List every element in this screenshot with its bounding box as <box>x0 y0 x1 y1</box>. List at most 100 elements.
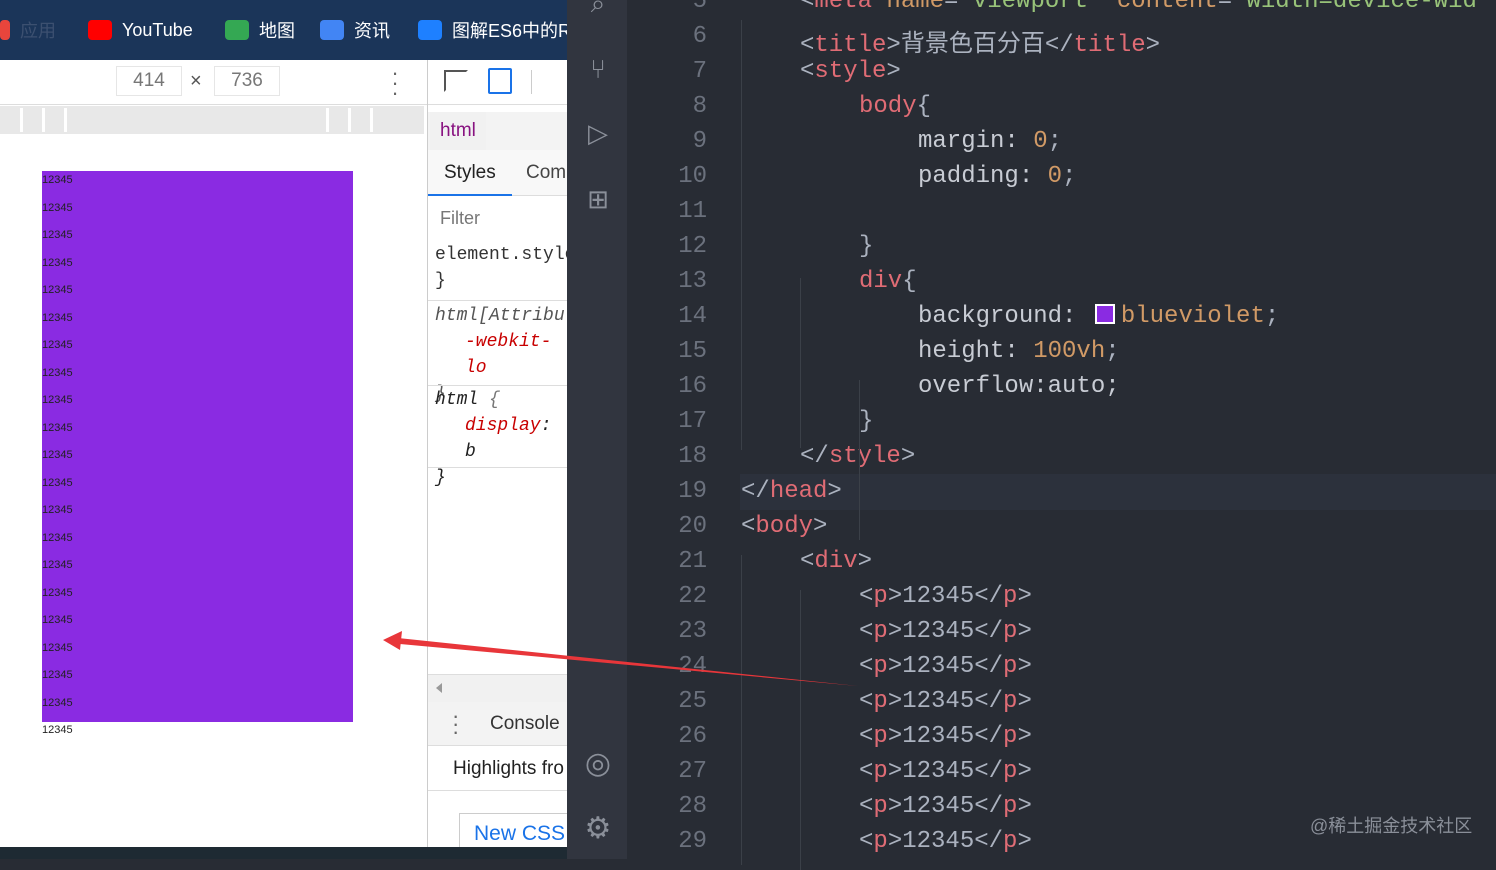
code-line[interactable]: div{ <box>859 268 917 295</box>
code-line[interactable]: background: blueviolet; <box>918 303 1279 330</box>
code-token: } <box>859 233 874 260</box>
paragraph-12345: 12345 <box>42 394 73 406</box>
code-line[interactable]: <p>12345</p> <box>859 828 1032 855</box>
code-token: > <box>886 32 901 59</box>
device-toolbar: 414 × 736 · · · <box>0 60 427 105</box>
code-token: p <box>1003 828 1018 855</box>
code-token: margin: <box>918 128 1034 155</box>
youtube-icon <box>88 20 112 40</box>
bookmark-item[interactable]: 应用 <box>0 17 56 43</box>
scroll-left-icon[interactable] <box>436 683 442 693</box>
code-token: < <box>800 548 815 575</box>
paragraph-12345: 12345 <box>42 669 73 681</box>
code-line[interactable]: <p>12345</p> <box>859 583 1032 610</box>
run-debug-icon[interactable]: ▷ <box>581 116 615 150</box>
styles-filter-input[interactable]: Filter <box>428 200 567 238</box>
code-token: </ <box>741 478 770 505</box>
code-token: ; <box>1105 338 1120 365</box>
code-token: < <box>859 583 874 610</box>
code-line[interactable]: <p>12345</p> <box>859 793 1032 820</box>
code-line[interactable]: body{ <box>859 93 931 120</box>
code-token: div <box>859 268 903 295</box>
code-token: > <box>887 583 903 610</box>
code-line[interactable]: <p>12345</p> <box>859 653 1032 680</box>
code-line[interactable]: <p>12345</p> <box>859 758 1032 785</box>
tab-computed[interactable]: Com <box>526 162 566 184</box>
code-token: p <box>1003 758 1018 785</box>
line-number: 12 <box>678 233 707 260</box>
code-token: > <box>887 653 903 680</box>
taskbar-strip <box>0 847 567 859</box>
code-token: > <box>813 513 828 540</box>
code-token: "width=device-wid <box>1232 0 1477 15</box>
code-line[interactable]: <p>12345</p> <box>859 723 1032 750</box>
code-line[interactable]: <meta name="viewport" content="width=dev… <box>800 0 1477 15</box>
device-height-input[interactable]: 736 <box>214 66 280 96</box>
code-line[interactable]: <div> <box>800 548 872 575</box>
device-width-input[interactable]: 414 <box>116 66 182 96</box>
code-token: > <box>887 688 903 715</box>
bookmark-item[interactable]: 图解ES6中的R <box>418 17 567 43</box>
code-token: > <box>887 723 903 750</box>
code-token: > <box>857 548 873 575</box>
paragraph-12345: 12345 <box>42 696 73 709</box>
source-control-icon[interactable]: ⑂ <box>581 52 615 86</box>
code-token: ; <box>1264 303 1280 330</box>
line-number: 28 <box>678 793 707 820</box>
account-icon[interactable]: ◎ <box>581 747 615 781</box>
tab-console[interactable]: Console <box>490 713 560 735</box>
code-token: 100vh <box>1033 338 1106 365</box>
new-css-button[interactable]: New CSS <box>459 813 567 847</box>
code-token: content <box>1102 0 1218 15</box>
code-token: 12345 <box>902 828 975 855</box>
inspect-element-icon[interactable] <box>444 70 468 92</box>
search-icon[interactable]: ⌕ <box>581 0 615 20</box>
code-line[interactable]: } <box>859 233 873 260</box>
paragraph-12345: 12345 <box>42 366 73 379</box>
line-number: 19 <box>678 478 707 505</box>
rule-open: { <box>478 390 500 410</box>
more-options-icon[interactable]: · · · <box>388 62 402 104</box>
line-number: 6 <box>692 23 707 50</box>
tab-styles[interactable]: Styles <box>428 150 512 196</box>
code-token: p <box>873 653 888 680</box>
code-token: 12345 <box>902 793 975 820</box>
code-line[interactable]: </head> <box>741 478 842 505</box>
code-line[interactable]: height: 100vh; <box>918 338 1120 365</box>
drawer-menu-icon[interactable]: · · · <box>452 705 459 743</box>
code-line[interactable]: overflow:auto; <box>918 373 1120 400</box>
code-line[interactable]: margin: 0; <box>918 128 1062 155</box>
code-token: p <box>1003 723 1018 750</box>
code-token: </ <box>974 723 1004 750</box>
bookmark-item[interactable]: YouTube <box>88 20 193 41</box>
code-line[interactable]: <title>背景色百分百</title> <box>800 23 1160 59</box>
code-line[interactable]: <p>12345</p> <box>859 618 1032 645</box>
code-token: < <box>859 828 874 855</box>
settings-gear-icon[interactable]: ⚙ <box>581 812 615 846</box>
line-number: 7 <box>692 58 707 85</box>
code-token: p <box>873 688 888 715</box>
code-token: body <box>755 513 814 540</box>
code-line[interactable]: <style> <box>800 58 901 85</box>
code-token: > <box>1017 828 1032 855</box>
indent-guide <box>800 590 801 870</box>
bookmark-item[interactable]: 地图 <box>225 17 295 43</box>
code-token: < <box>859 793 874 820</box>
code-line[interactable]: padding: 0; <box>918 163 1076 190</box>
code-token: < <box>859 688 874 715</box>
paragraph-12345: 12345 <box>42 641 73 654</box>
code-line[interactable]: </style> <box>800 443 915 470</box>
code-line[interactable]: <body> <box>741 513 827 540</box>
devtools-panel: html Styles Com Filter element.style } h… <box>427 60 567 847</box>
device-toggle-icon[interactable] <box>488 68 512 94</box>
paragraph-12345: 12345 <box>42 284 73 296</box>
breadcrumb-html[interactable]: html <box>430 112 486 150</box>
horizontal-scrollbar[interactable] <box>428 674 567 702</box>
bookmark-item[interactable]: 资讯 <box>320 17 390 43</box>
color-swatch[interactable] <box>1094 304 1115 324</box>
code-token: } <box>859 408 874 435</box>
code-line[interactable]: <p>12345</p> <box>859 688 1032 715</box>
code-token: </ <box>974 793 1004 820</box>
extensions-icon[interactable]: ⊞ <box>581 182 615 216</box>
code-line[interactable]: } <box>859 408 873 435</box>
